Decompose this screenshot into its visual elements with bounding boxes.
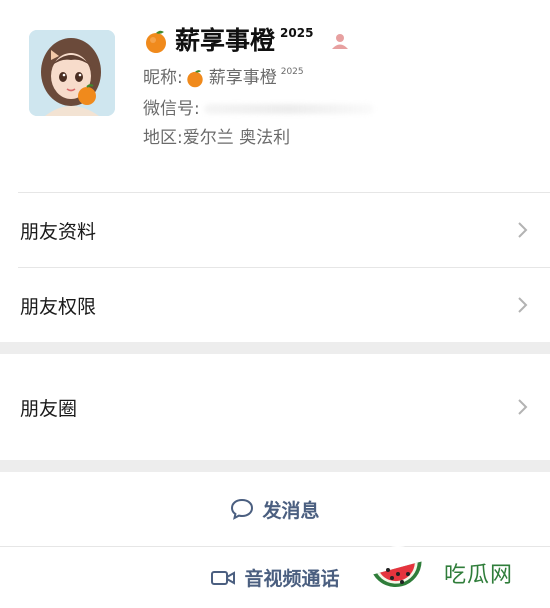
chevron-right-icon (518, 399, 528, 415)
video-camera-icon (211, 570, 236, 585)
nickname-value: 薪享事橙 (208, 68, 277, 88)
region-label: 地区: (143, 128, 183, 148)
menu-item-friend-profile[interactable]: 朋友资料 (0, 193, 550, 267)
avatar-image (29, 30, 115, 116)
watermelon-logo-icon (370, 546, 426, 602)
nickname-line: 昵称: 薪享事橙 2025 (143, 66, 304, 90)
menu-item-friend-permissions[interactable]: 朋友权限 (0, 268, 550, 342)
chevron-right-icon (518, 222, 528, 238)
chevron-right-icon (518, 297, 528, 313)
menu-item-label: 朋友圈 (20, 397, 78, 420)
section-gap (0, 342, 550, 354)
display-name-superscript: 2025 (280, 26, 314, 40)
nickname-label: 昵称: (143, 68, 183, 88)
menu-item-label: 朋友资料 (20, 220, 97, 243)
wechat-id-label: 微信号: (143, 99, 200, 119)
nickname-superscript: 2025 (280, 67, 304, 77)
avatar[interactable] (29, 30, 115, 116)
display-name: 薪享事橙 (175, 26, 276, 55)
section-gap (0, 460, 550, 472)
menu-item-moments[interactable]: 朋友圈 (0, 354, 550, 460)
watermark-logo: 吃瓜网 (362, 538, 550, 608)
watermark-text: 吃瓜网 (444, 563, 514, 588)
chat-bubble-icon (231, 498, 254, 520)
orange-emoji-icon (146, 30, 166, 53)
menu-item-label: 朋友权限 (20, 295, 97, 318)
send-message-label: 发消息 (262, 499, 320, 522)
orange-emoji-icon (187, 70, 203, 88)
person-icon[interactable] (331, 32, 349, 50)
send-message-button[interactable]: 发消息 (0, 472, 550, 546)
region-value: 爱尔兰 奥法利 (182, 128, 291, 148)
video-call-label: 音视频通话 (244, 568, 340, 590)
region-line: 地区: 爱尔兰 奥法利 (143, 126, 290, 150)
wechat-id-line: 微信号: (143, 97, 374, 121)
profile-header: 薪享事橙 2025 昵称: 薪享事橙 2025 微信号: 地区: 爱尔兰 奥法利 (0, 0, 550, 192)
wechat-id-redacted (203, 104, 374, 114)
name-row: 薪享事橙 2025 (143, 24, 349, 58)
